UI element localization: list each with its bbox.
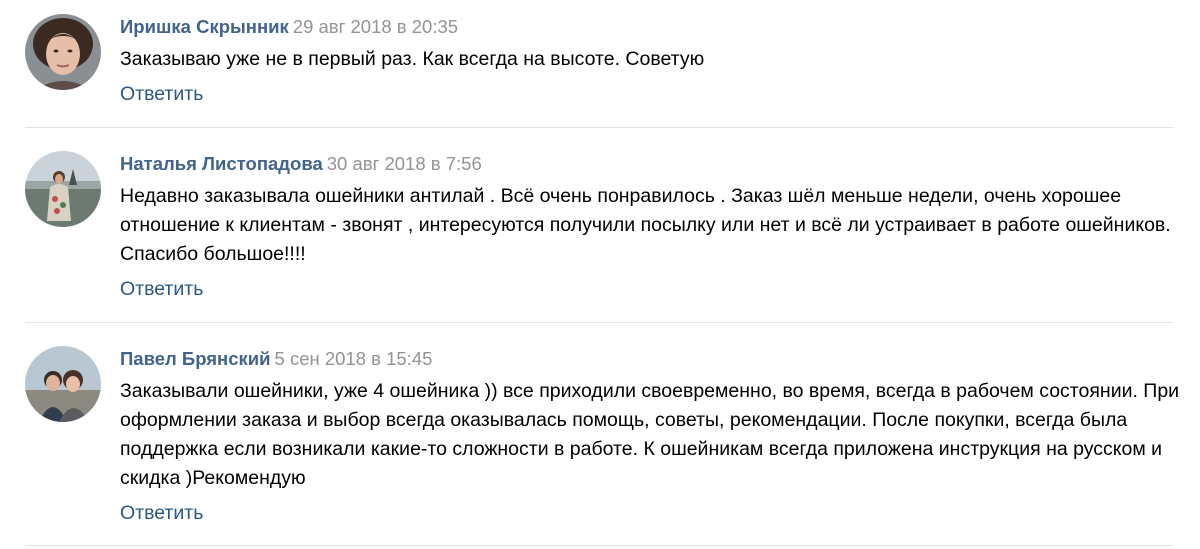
comment-author[interactable]: Павел Брянский xyxy=(120,348,271,369)
comment-divider xyxy=(25,322,1173,323)
reply-button[interactable]: Ответить xyxy=(120,500,203,526)
comment-text: Недавно заказывала ошейники антилай . Вс… xyxy=(120,185,1171,265)
comment-2-avatar[interactable] xyxy=(25,151,101,227)
avatar-photo xyxy=(25,151,101,227)
comment-date[interactable]: 5 сен 2018 в 15:45 xyxy=(275,348,433,369)
reply-button[interactable]: Ответить xyxy=(120,81,203,107)
comment-author[interactable]: Наталья Листопадова xyxy=(120,153,323,174)
comment-2-header: Наталья Листопадова 30 авг 2018 в 7:56 xyxy=(120,151,482,177)
comment-3-avatar[interactable] xyxy=(25,346,101,422)
reply-button[interactable]: Ответить xyxy=(120,276,203,302)
comment-date[interactable]: 29 авг 2018 в 20:35 xyxy=(293,16,458,37)
comment-author[interactable]: Иришка Скрынник xyxy=(120,16,289,37)
avatar-photo xyxy=(25,346,101,422)
comment-1-avatar[interactable] xyxy=(25,14,101,90)
comment-text: Заказываю уже не в первый раз. Как всегд… xyxy=(120,48,705,70)
comment-date[interactable]: 30 авг 2018 в 7:56 xyxy=(327,153,482,174)
comment-3-header: Павел Брянский 5 сен 2018 в 15:45 xyxy=(120,346,432,372)
comment-divider xyxy=(25,127,1173,128)
comment-text: Заказывали ошейники, уже 4 ошейника )) в… xyxy=(120,380,1180,489)
comment-1-header: Иришка Скрынник 29 авг 2018 в 20:35 xyxy=(120,14,458,40)
avatar-photo xyxy=(25,14,101,90)
comment-divider xyxy=(25,545,1173,546)
